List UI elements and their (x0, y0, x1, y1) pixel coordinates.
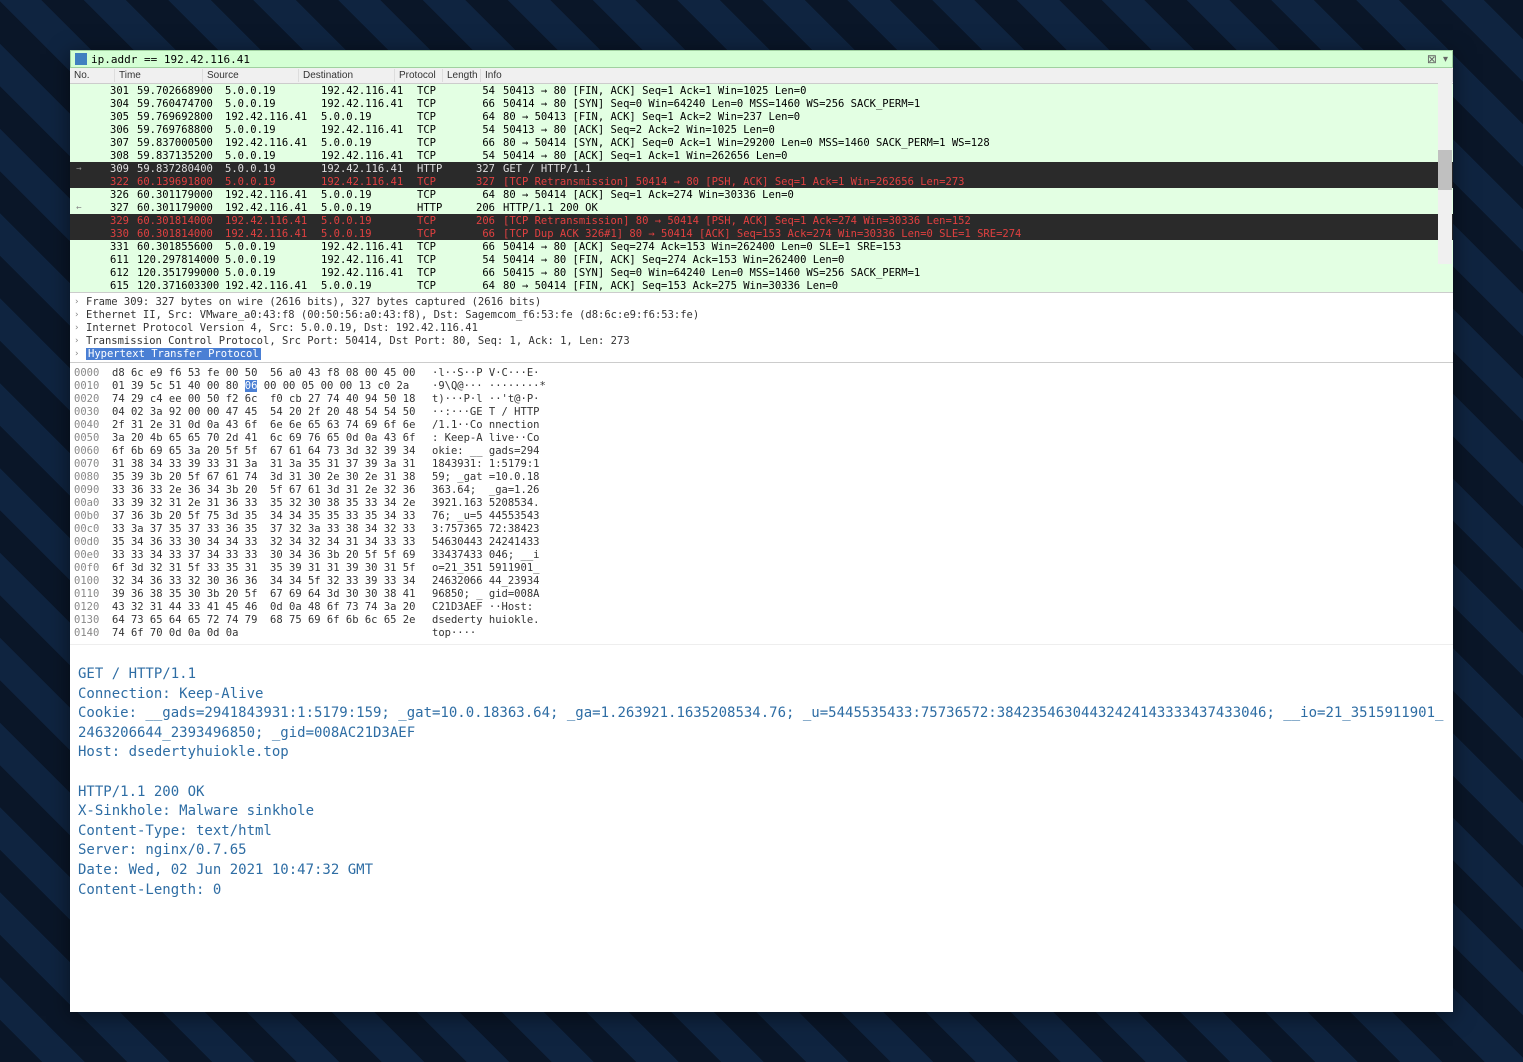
col-header-info[interactable]: Info (481, 69, 1453, 82)
stream-line: Cookie: __gads=2941843931:1:5179:159; _g… (78, 704, 1445, 743)
filter-dropdown-icon[interactable]: ▾ (1443, 54, 1448, 65)
stream-line (78, 763, 1445, 783)
follow-stream-pane[interactable]: GET / HTTP/1.1Connection: Keep-AliveCook… (70, 644, 1453, 1012)
packet-row[interactable]: 33160.3018556005.0.0.19192.42.116.41TCP6… (70, 240, 1453, 253)
stream-line: Host: dsedertyhuiokle.top (78, 743, 1445, 763)
expand-icon[interactable]: › (74, 349, 82, 359)
hex-dump-pane[interactable]: 0000001000200030004000500060007000800090… (70, 362, 1453, 644)
filter-input[interactable]: ip.addr == 192.42.116.41 (91, 53, 1423, 66)
detail-line[interactable]: ›Transmission Control Protocol, Src Port… (74, 334, 1449, 347)
display-filter-bar[interactable]: ip.addr == 192.42.116.41 ⊠ ▾ (70, 50, 1453, 68)
col-header-source[interactable]: Source (203, 69, 299, 82)
expand-icon[interactable]: › (74, 336, 82, 346)
packet-row[interactable]: 611120.2978140005.0.0.19192.42.116.41TCP… (70, 253, 1453, 266)
col-header-protocol[interactable]: Protocol (395, 69, 443, 82)
stream-line: Connection: Keep-Alive (78, 685, 1445, 705)
packet-row[interactable]: ←32760.301179000192.42.116.415.0.0.19HTT… (70, 201, 1453, 214)
stream-line: HTTP/1.1 200 OK (78, 783, 1445, 803)
packet-row[interactable]: 30159.7026689005.0.0.19192.42.116.41TCP5… (70, 84, 1453, 97)
stream-line: Content-Length: 0 (78, 881, 1445, 901)
stream-line: Server: nginx/0.7.65 (78, 841, 1445, 861)
detail-line[interactable]: ›Frame 309: 327 bytes on wire (2616 bits… (74, 295, 1449, 308)
packet-row[interactable]: 30759.837000500192.42.116.415.0.0.19TCP6… (70, 136, 1453, 149)
packet-list[interactable]: 30159.7026689005.0.0.19192.42.116.41TCP5… (70, 84, 1453, 292)
detail-hypertext[interactable]: › Hypertext Transfer Protocol (74, 347, 1449, 360)
packet-row[interactable]: 33060.301814000192.42.116.415.0.0.19TCP6… (70, 227, 1453, 240)
packet-list-header: No. Time Source Destination Protocol Len… (70, 68, 1453, 84)
stream-line: X-Sinkhole: Malware sinkhole (78, 802, 1445, 822)
expand-icon[interactable]: › (74, 323, 82, 333)
stream-line: GET / HTTP/1.1 (78, 665, 1445, 685)
expand-icon[interactable]: › (74, 297, 82, 307)
packet-details-pane[interactable]: ›Frame 309: 327 bytes on wire (2616 bits… (70, 292, 1453, 362)
bookmark-icon[interactable] (75, 53, 87, 65)
detail-line[interactable]: ›Internet Protocol Version 4, Src: 5.0.0… (74, 321, 1449, 334)
col-header-destination[interactable]: Destination (299, 69, 395, 82)
packet-row[interactable]: 30559.769692800192.42.116.415.0.0.19TCP6… (70, 110, 1453, 123)
scrollbar-thumb[interactable] (1438, 150, 1452, 190)
expand-icon[interactable]: › (74, 310, 82, 320)
packet-row[interactable]: 32960.301814000192.42.116.415.0.0.19TCP2… (70, 214, 1453, 227)
packet-row[interactable]: 30459.7604747005.0.0.19192.42.116.41TCP6… (70, 97, 1453, 110)
stream-line: Content-Type: text/html (78, 822, 1445, 842)
clear-filter-icon[interactable]: ⊠ (1427, 52, 1437, 66)
packet-row[interactable]: 32260.1396918005.0.0.19192.42.116.41TCP3… (70, 175, 1453, 188)
col-header-length[interactable]: Length (443, 69, 481, 82)
packet-row[interactable]: 615120.371603300192.42.116.415.0.0.19TCP… (70, 279, 1453, 292)
col-header-no[interactable]: No. (70, 69, 115, 82)
wireshark-window: ip.addr == 192.42.116.41 ⊠ ▾ No. Time So… (70, 50, 1453, 1012)
packet-row[interactable]: 612120.3517990005.0.0.19192.42.116.41TCP… (70, 266, 1453, 279)
col-header-time[interactable]: Time (115, 69, 203, 82)
stream-line: Date: Wed, 02 Jun 2021 10:47:32 GMT (78, 861, 1445, 881)
packet-row[interactable]: 30659.7697688005.0.0.19192.42.116.41TCP5… (70, 123, 1453, 136)
packet-row[interactable]: 30859.8371352005.0.0.19192.42.116.41TCP5… (70, 149, 1453, 162)
packet-row[interactable]: →30959.8372804005.0.0.19192.42.116.41HTT… (70, 162, 1453, 175)
packet-row[interactable]: 32660.301179000192.42.116.415.0.0.19TCP6… (70, 188, 1453, 201)
detail-line[interactable]: ›Ethernet II, Src: VMware_a0:43:f8 (00:5… (74, 308, 1449, 321)
